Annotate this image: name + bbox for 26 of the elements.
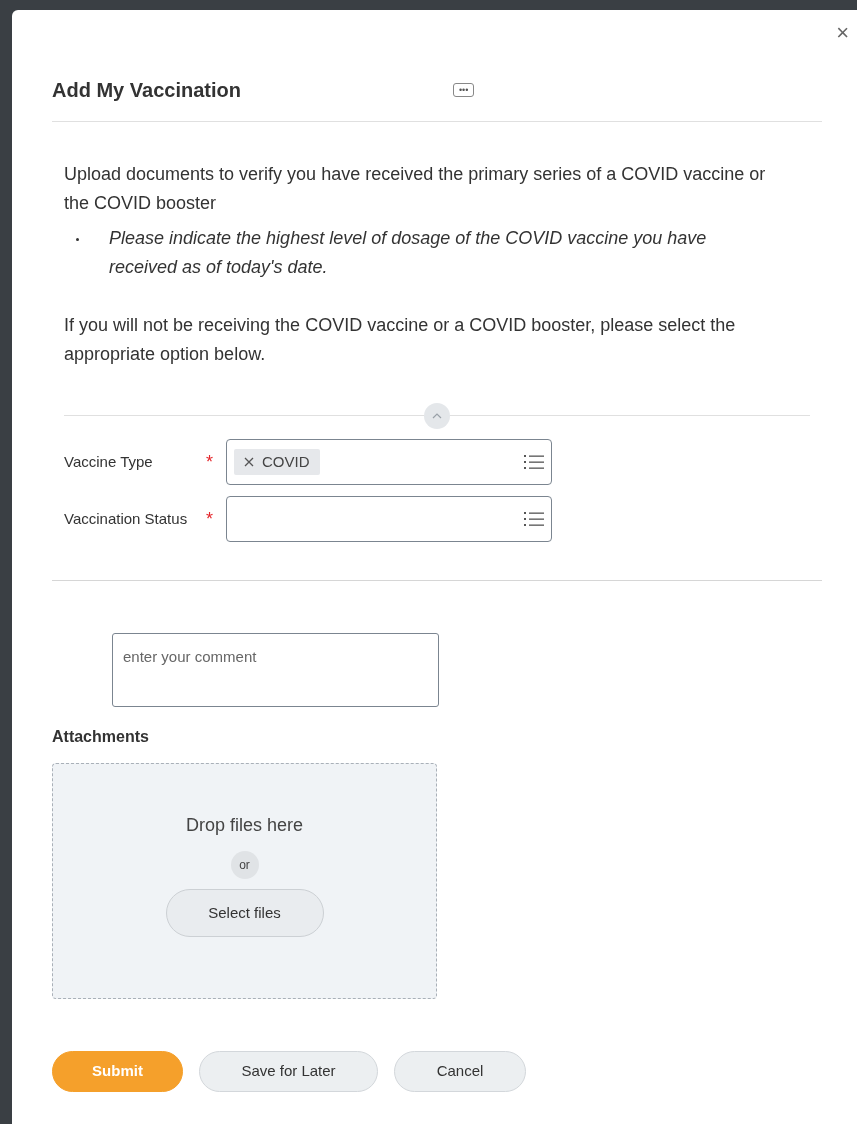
close-button[interactable]: × [832, 22, 853, 44]
instruction-text: If you will not be receiving the COVID vaccine or a COVID booster, please select the appropriate option below. [64, 314, 737, 366]
selected-chip[interactable]: COVID [234, 449, 320, 475]
more-button[interactable]: ••• [452, 82, 475, 97]
chevron-up-icon [432, 413, 442, 419]
select-field[interactable]: COVID [226, 439, 552, 485]
instruction-text: Please indicate the highest level of dosage of the COVID vaccine you have received as of today's date. [109, 227, 708, 279]
list-icon[interactable] [524, 511, 544, 527]
comment-field[interactable]: enter your comment [112, 633, 439, 707]
select-field[interactable] [226, 496, 552, 542]
drop-text: Drop files here [185, 814, 304, 837]
required-mark: * [206, 507, 213, 531]
field-label: Vaccine Type [64, 451, 154, 472]
secondary-button[interactable]: Save for Later [199, 1051, 378, 1092]
secondary-button[interactable]: Cancel [394, 1051, 526, 1092]
drop-zone[interactable]: Drop files here or Select files [52, 763, 437, 999]
or-label: or [230, 851, 259, 879]
instruction-text: Upload documents to verify you have received the primary series of a COVID vaccine or the COVID booster [64, 163, 767, 215]
select-files-button[interactable]: Select files [165, 889, 324, 937]
list-icon[interactable] [524, 454, 544, 470]
attachments-heading: Attachments [52, 727, 150, 747]
dialog-title: Add My Vaccination [52, 77, 241, 103]
remove-icon[interactable] [244, 457, 254, 467]
bullet-icon [76, 238, 79, 241]
field-label: Vaccination Status [64, 508, 189, 529]
required-mark: * [206, 450, 213, 474]
